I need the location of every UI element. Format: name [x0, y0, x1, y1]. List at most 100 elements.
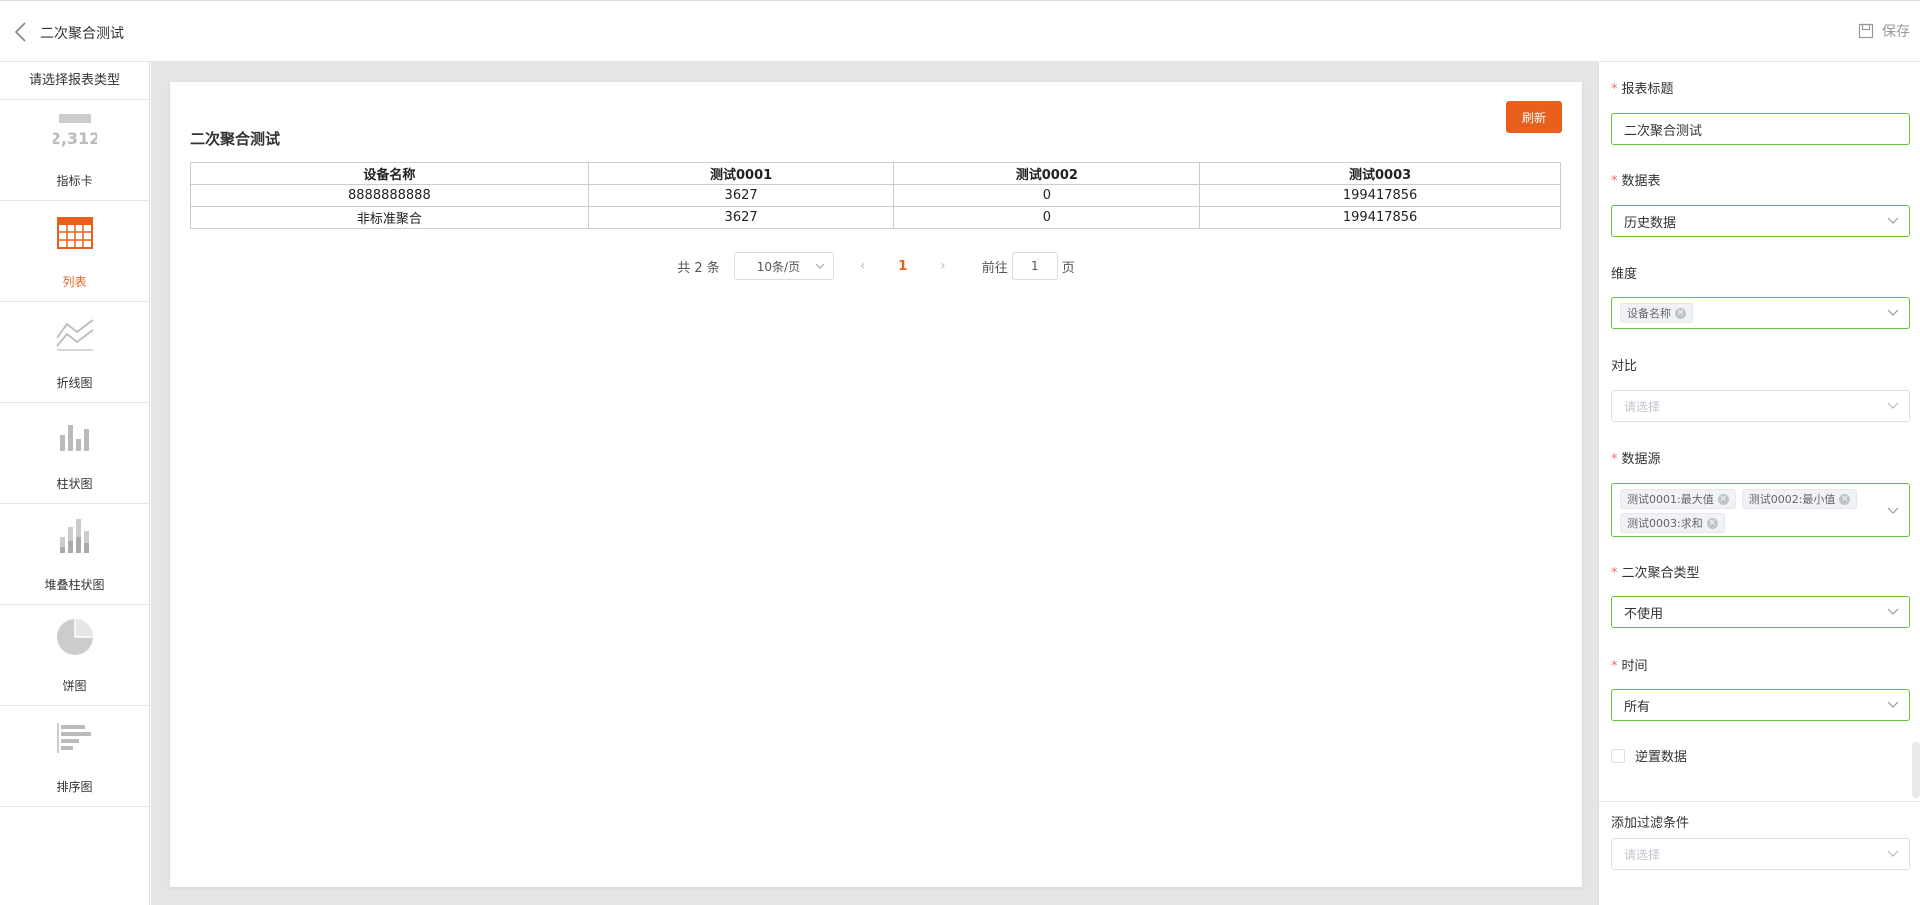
- report-title-field[interactable]: [1611, 113, 1910, 145]
- ranking-chart-icon: [53, 716, 97, 760]
- transpose-checkbox[interactable]: 逆置数据: [1611, 746, 1687, 765]
- chevron-down-icon: [815, 263, 825, 269]
- datasource-tag: 测试0002:最小值 ×: [1741, 489, 1858, 509]
- filter-label: 添加过滤条件: [1611, 816, 1690, 831]
- svg-text:2,312: 2,312: [53, 129, 97, 148]
- required-mark: *: [1611, 452, 1618, 467]
- table-cell: 199417856: [1199, 206, 1561, 229]
- report-title: 二次聚合测试: [190, 130, 281, 148]
- save-button[interactable]: 保存: [1858, 21, 1910, 41]
- chevron-left-icon[interactable]: [12, 21, 30, 43]
- sidebar-item-line-chart[interactable]: 折线图: [0, 302, 149, 403]
- divider: [1599, 801, 1920, 802]
- line-chart-icon: [53, 312, 97, 356]
- goto-page: 前往 页: [982, 252, 1075, 280]
- pie-chart-icon: [53, 615, 97, 659]
- sidebar-item-label: 列表: [62, 275, 87, 289]
- page-size-value: 10条/页: [756, 259, 801, 274]
- chevron-down-icon: [1887, 507, 1899, 514]
- sidebar-item-pie-chart[interactable]: 饼图: [0, 605, 149, 706]
- close-icon[interactable]: ×: [1839, 493, 1851, 505]
- refresh-button[interactable]: 刷新: [1506, 101, 1562, 133]
- column-header: 测试0003: [1199, 162, 1561, 185]
- time-value: 所有: [1624, 699, 1651, 715]
- table-cell: 非标准聚合: [190, 206, 589, 229]
- time-select[interactable]: 所有: [1611, 689, 1910, 721]
- datatable-value: 历史数据: [1624, 215, 1677, 231]
- label-text: 数据源: [1621, 452, 1661, 467]
- tag-text: 测试0003:求和: [1627, 517, 1703, 530]
- sidebar-header: 请选择报表类型: [0, 62, 149, 100]
- time-label: * 时间: [1611, 655, 1648, 674]
- chevron-down-icon: [1887, 608, 1899, 615]
- tag-text: 测试0002:最小值: [1748, 493, 1836, 506]
- tag-text: 测试0001:最大值: [1627, 493, 1714, 506]
- sidebar-item-table[interactable]: 列表: [0, 201, 149, 302]
- pagination: 共 2 条 10条/页 ‹ 1 › 前往 页: [170, 252, 1582, 280]
- chevron-down-icon: [1887, 402, 1899, 409]
- table-cell: 0: [893, 206, 1201, 229]
- close-icon[interactable]: ×: [1717, 493, 1729, 505]
- report-type-sidebar: 请选择报表类型 2,312 指标卡 列表 折线图 柱状图 堆叠柱状图 饼图 排序…: [0, 62, 150, 905]
- agg-type-select[interactable]: 不使用: [1611, 596, 1910, 628]
- page-size-select[interactable]: 10条/页: [733, 252, 834, 280]
- table-icon: [53, 211, 97, 255]
- label-text: 时间: [1621, 659, 1648, 674]
- compare-select[interactable]: 请选择: [1611, 390, 1910, 422]
- next-page-button[interactable]: ›: [928, 258, 958, 274]
- report-title-input[interactable]: [1624, 121, 1897, 137]
- table-cell: 3627: [587, 184, 895, 207]
- dimension-label: 维度: [1611, 267, 1638, 282]
- sidebar-item-label: 折线图: [56, 376, 93, 390]
- goto-page-input[interactable]: [1011, 252, 1058, 280]
- sidebar-item-ranking-chart[interactable]: 排序图: [0, 706, 149, 807]
- sidebar-item-label: 柱状图: [56, 477, 93, 491]
- page-number-current[interactable]: 1: [888, 259, 918, 274]
- bar-chart-icon: [53, 413, 97, 457]
- datatable-label: * 数据表: [1611, 170, 1661, 189]
- datasource-label: * 数据源: [1611, 448, 1661, 467]
- close-icon[interactable]: ×: [1675, 307, 1686, 319]
- sidebar-item-label: 排序图: [56, 780, 93, 794]
- datasource-tag: 测试0001:最大值 ×: [1620, 489, 1736, 509]
- total-count: 共 2 条: [677, 260, 720, 276]
- filter-select[interactable]: 请选择: [1611, 838, 1910, 870]
- page-title: 二次聚合测试: [40, 26, 124, 42]
- report-card: 二次聚合测试 刷新 设备名称 测试0001 测试0002 测试0003 8888…: [170, 82, 1582, 887]
- dimension-tag: 设备名称 ×: [1620, 303, 1693, 323]
- save-icon: [1858, 23, 1874, 39]
- table-header-row: 设备名称 测试0001 测试0002 测试0003: [190, 162, 1561, 185]
- sidebar-item-bar-chart[interactable]: 柱状图: [0, 403, 149, 504]
- metric-card-icon: 2,312: [53, 110, 97, 154]
- label-text: 报表标题: [1621, 82, 1674, 97]
- datatable-select[interactable]: 历史数据: [1611, 205, 1910, 237]
- prev-page-button[interactable]: ‹: [848, 258, 878, 274]
- sidebar-item-metric-card[interactable]: 2,312 指标卡: [0, 100, 149, 201]
- transpose-label: 逆置数据: [1635, 750, 1688, 765]
- required-mark: *: [1611, 174, 1618, 189]
- chevron-down-icon: [1887, 850, 1899, 857]
- scrollbar-handle[interactable]: [1912, 742, 1920, 798]
- agg-type-value: 不使用: [1624, 606, 1664, 622]
- column-header: 测试0002: [893, 162, 1201, 185]
- tag-text: 设备名称: [1627, 307, 1671, 320]
- checkbox-box[interactable]: [1611, 748, 1625, 763]
- datasource-select[interactable]: 测试0001:最大值 × 测试0002:最小值 × 测试0003:求和 ×: [1611, 483, 1910, 537]
- compare-placeholder: 请选择: [1624, 399, 1661, 414]
- config-panel: *报表标题 *数据表 历史数据 维度 设备名称× 对比 请选择 *数据源 测试0…: [1598, 62, 1920, 905]
- close-icon[interactable]: ×: [1706, 517, 1718, 529]
- sidebar-item-stacked-bar-chart[interactable]: 堆叠柱状图: [0, 504, 149, 605]
- table-cell: 8888888888: [190, 184, 589, 207]
- required-mark: *: [1611, 659, 1618, 674]
- table-cell: 3627: [587, 206, 895, 229]
- sidebar-item-label: 饼图: [62, 679, 87, 693]
- label-text: 二次聚合类型: [1621, 566, 1700, 581]
- dimension-select[interactable]: 设备名称 ×: [1611, 297, 1910, 329]
- save-label: 保存: [1882, 24, 1910, 40]
- goto-label: 前往: [981, 260, 1008, 276]
- label-text: 数据表: [1621, 174, 1661, 189]
- column-header: 测试0001: [587, 162, 895, 185]
- top-bar: 二次聚合测试 保存: [0, 0, 1920, 62]
- table-cell: 199417856: [1199, 184, 1561, 207]
- table-cell: 0: [893, 184, 1201, 207]
